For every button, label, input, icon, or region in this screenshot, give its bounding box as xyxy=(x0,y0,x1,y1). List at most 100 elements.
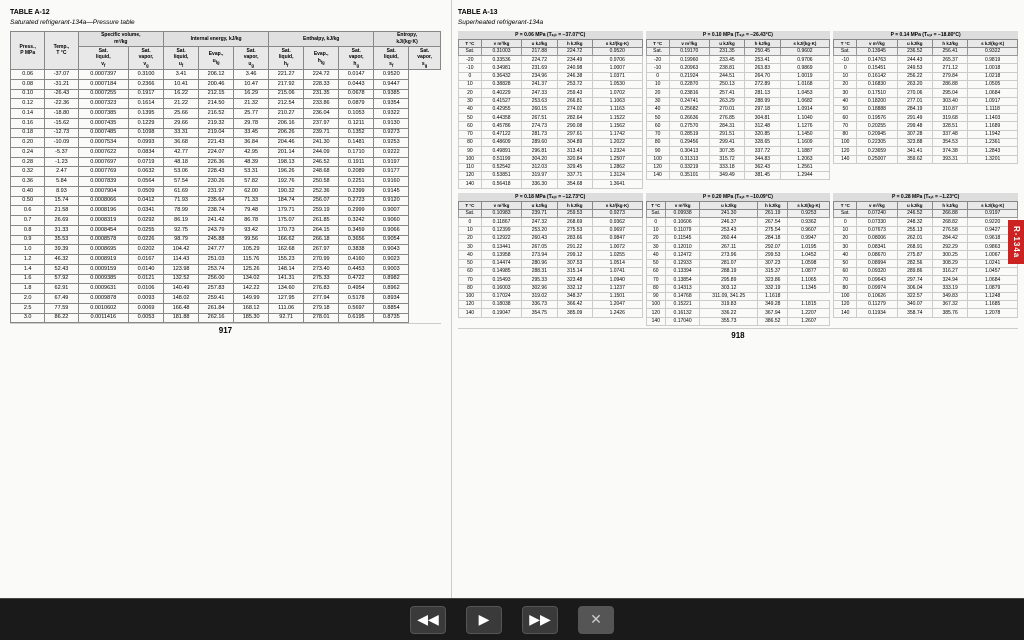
table-cell: 0.45786 xyxy=(481,122,521,130)
table-cell: 284.42 xyxy=(932,234,967,242)
table-cell: 288.99 xyxy=(745,97,780,105)
table-cell: 21.32 xyxy=(234,99,269,109)
table-cell: -10 xyxy=(458,64,481,72)
table-cell: 259.53 xyxy=(557,210,592,218)
table-cell: 316.27 xyxy=(932,267,967,275)
table-cell: 57.92 xyxy=(45,274,78,284)
table-cell: 0.0008578 xyxy=(78,235,128,245)
table-cell: 0.14763 xyxy=(857,56,897,64)
col-header: u kJ/kg xyxy=(700,202,758,210)
table-cell: 241.37 xyxy=(522,81,557,89)
table-cell: 1.0682 xyxy=(780,97,830,105)
table-cell: 30 xyxy=(646,97,669,105)
table-cell: 0.36 xyxy=(11,177,45,187)
table-cell: 140 xyxy=(458,180,481,188)
table-cell: 114.43 xyxy=(164,255,199,265)
table-cell: 25.66 xyxy=(164,109,199,119)
table-cell: 320.84 xyxy=(557,155,592,163)
table-cell: 10 xyxy=(646,226,665,234)
table-cell: 30 xyxy=(834,89,857,97)
table-cell: 349.28 xyxy=(758,301,788,309)
table-row: 1.657.920.00093850.0121132.52256.00134.0… xyxy=(11,274,441,284)
table-cell: 5.84 xyxy=(45,177,78,187)
table-cell: 0 xyxy=(646,72,669,80)
table-cell: 142.22 xyxy=(234,284,269,294)
table-cell: 0.15221 xyxy=(666,301,700,309)
col-press: Press.,P MPa xyxy=(11,31,45,70)
forward-button[interactable]: ▶▶ xyxy=(522,606,558,634)
table-cell: 0.31313 xyxy=(669,155,709,163)
table-cell: 2.47 xyxy=(45,167,78,177)
table-cell: 0.35101 xyxy=(669,172,709,180)
table-cell: 0.0008319 xyxy=(78,216,128,226)
table-cell: 289.60 xyxy=(522,138,557,146)
table-cell: 0.11867 xyxy=(481,218,521,226)
table-cell: 0.0147 xyxy=(339,70,374,80)
table-cell: 253.43 xyxy=(700,226,758,234)
table-cell: 261.19 xyxy=(758,210,788,218)
table-cell: 20 xyxy=(834,234,857,242)
table-cell: 0.18200 xyxy=(857,97,897,105)
table-cell: 244.09 xyxy=(304,148,339,158)
table-cell: 0.20255 xyxy=(857,122,897,130)
close-button[interactable]: ✕ xyxy=(578,606,614,634)
table-cell: 50 xyxy=(834,259,857,267)
table-cell: 0.0167 xyxy=(129,255,164,265)
table-cell: 29.78 xyxy=(234,118,269,128)
table-cell: 336.22 xyxy=(700,309,758,317)
table-cell: 1.0007 xyxy=(592,64,642,72)
table-cell: 16.22 xyxy=(164,89,199,99)
table-cell: 1.1522 xyxy=(592,114,642,122)
table-cell: 0.17024 xyxy=(481,292,521,300)
table-cell: 241.30 xyxy=(304,138,339,148)
table-cell: 247.77 xyxy=(199,245,234,255)
table-cell: 166.62 xyxy=(269,235,304,245)
play-button[interactable]: ▶ xyxy=(466,606,502,634)
table-cell: 210.27 xyxy=(269,109,304,119)
table-cell: 61.69 xyxy=(164,186,199,196)
table-cell: 0.9322 xyxy=(374,109,409,119)
table-cell: 374.38 xyxy=(932,147,967,155)
table-cell: 0.31003 xyxy=(481,47,521,55)
col-header: v m³/kg xyxy=(669,40,709,48)
table-cell: 0.9607 xyxy=(788,226,830,234)
table-cell: 0.47122 xyxy=(481,130,521,138)
table-cell: 0.16 xyxy=(11,118,45,128)
bookmark-tab: R-134a xyxy=(1008,220,1024,264)
table-cell: 292.07 xyxy=(758,243,788,251)
pressure-section: P = 0.06 MPa (Tₛₐₜ = −37.07°C)T °Cv m³/k… xyxy=(458,31,643,189)
table-cell: 1.2022 xyxy=(592,138,642,146)
table-cell: 140 xyxy=(646,317,665,325)
col-header: u kJ/kg xyxy=(522,40,557,48)
table-cell: 393.31 xyxy=(932,155,967,163)
table-cell: 0.2999 xyxy=(339,206,374,216)
table-cell: 337.48 xyxy=(932,130,967,138)
table-cell: 0.22870 xyxy=(669,81,709,89)
table-cell: 0.07240 xyxy=(857,210,897,218)
table-cell: 221.43 xyxy=(199,138,234,148)
table-cell: 292.29 xyxy=(932,243,967,251)
table-cell: 1.2 xyxy=(11,255,45,265)
table-cell: 212.54 xyxy=(269,99,304,109)
table-cell: 201.14 xyxy=(269,148,304,158)
table-cell: 53.31 xyxy=(234,167,269,177)
table-cell: 0.10983 xyxy=(481,210,521,218)
table-cell: 0.9145 xyxy=(374,186,409,196)
table-cell: 0.08006 xyxy=(857,234,897,242)
table-cell: 252.36 xyxy=(304,186,339,196)
table-cell: 149.99 xyxy=(234,294,269,304)
table-cell: 155.23 xyxy=(269,255,304,265)
table-cell: 1.1276 xyxy=(780,122,830,130)
table-cell: 0.18 xyxy=(11,128,45,138)
superheated-table: T °Cv m³/kgu kJ/kgh kJ/kgs kJ/(kg·K)Sat.… xyxy=(833,201,1018,318)
table-cell: 1.0018 xyxy=(968,64,1018,72)
table-cell: 1.1403 xyxy=(968,114,1018,122)
table-cell: 0.22305 xyxy=(857,138,897,146)
table-cell: 0.0879 xyxy=(339,99,374,109)
table-cell: 77.59 xyxy=(45,303,78,313)
table-cell: 0.52542 xyxy=(481,163,521,171)
table-cell: 0.9322 xyxy=(968,47,1018,55)
table-cell: 0.9706 xyxy=(780,56,830,64)
rewind-button[interactable]: ◀◀ xyxy=(410,606,446,634)
table-cell: 0.6195 xyxy=(339,313,374,323)
